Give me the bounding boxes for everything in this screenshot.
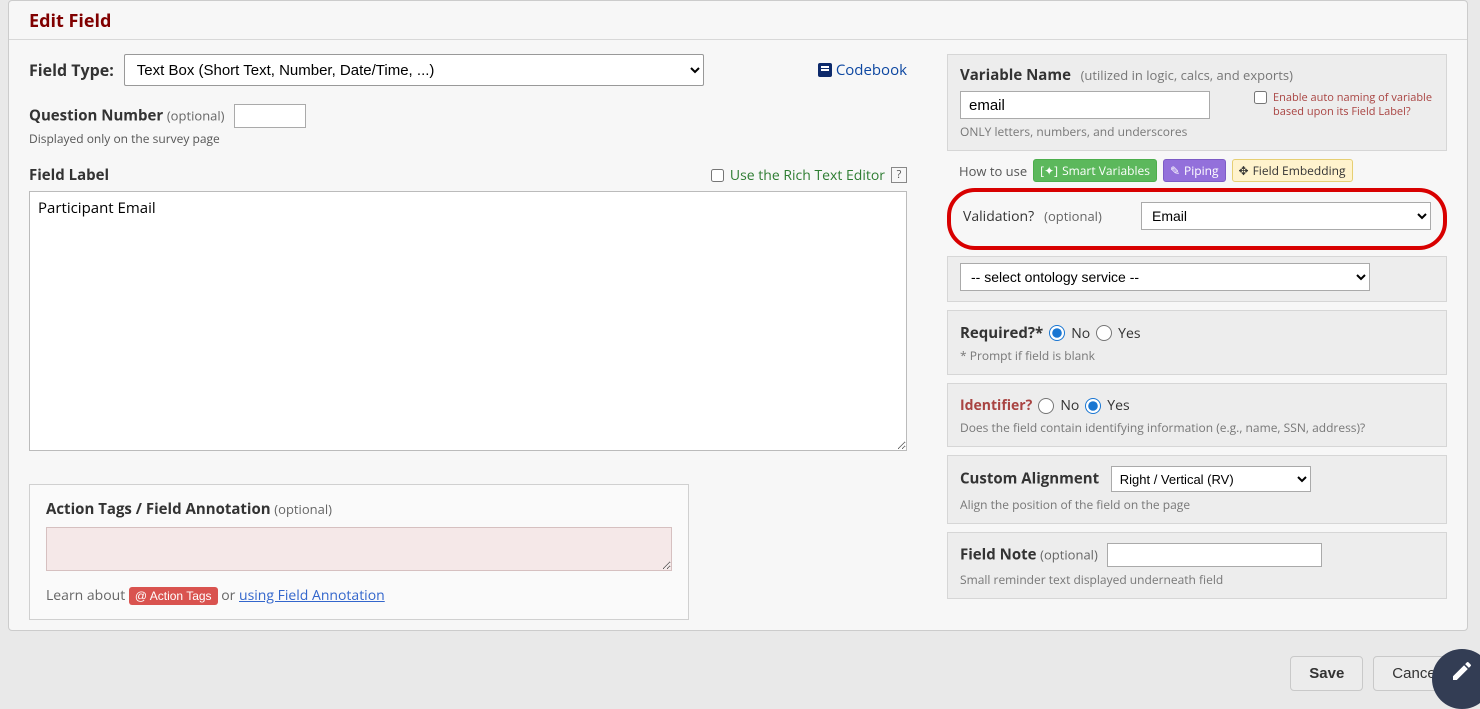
piping-pill[interactable]: ✎ Piping [1163, 159, 1226, 182]
or-text: or [221, 586, 235, 605]
codebook-link[interactable]: Codebook [818, 60, 907, 80]
annotation-optional: (optional) [274, 500, 332, 518]
required-panel: Required?* No Yes * Prompt if field is b… [947, 310, 1447, 375]
identifier-title: Identifier? [960, 396, 1032, 415]
action-tags-button[interactable]: @ Action Tags [129, 587, 218, 605]
required-hint: * Prompt if field is blank [960, 347, 1434, 364]
field-label-textarea[interactable]: Participant Email [29, 191, 907, 451]
identifier-hint: Does the field contain identifying infor… [960, 419, 1434, 436]
field-note-panel: Field Note (optional) Small reminder tex… [947, 532, 1447, 599]
validation-highlight: Validation? (optional) Email [947, 188, 1447, 250]
pencil-icon [1450, 659, 1474, 683]
rte-checkbox[interactable] [711, 169, 724, 182]
question-number-input[interactable] [234, 104, 306, 128]
edit-field-dialog: Edit Field Field Type: Text Box (Short T… [8, 0, 1468, 631]
dialog-header: Edit Field [9, 1, 1467, 40]
required-yes-label: Yes [1118, 324, 1140, 343]
field-type-label: Field Type: [29, 59, 114, 81]
identifier-no-label: No [1060, 396, 1079, 415]
validation-title: Validation? [963, 207, 1034, 226]
dialog-title: Edit Field [29, 9, 1447, 33]
question-number-optional: (optional) [167, 107, 225, 125]
identifier-yes-radio[interactable] [1085, 398, 1101, 414]
question-number-label: Question Number [29, 106, 163, 126]
alignment-panel: Custom Alignment Right / Vertical (RV) A… [947, 455, 1447, 524]
alignment-title: Custom Alignment [960, 469, 1099, 489]
save-button[interactable]: Save [1290, 656, 1363, 691]
field-note-input[interactable] [1107, 543, 1322, 567]
variable-name-title: Variable Name [960, 65, 1071, 85]
smart-variables-pill[interactable]: [✦] Smart Variables [1033, 159, 1157, 182]
alignment-select[interactable]: Right / Vertical (RV) [1111, 466, 1311, 492]
variable-name-sub: (utilized in logic, calcs, and exports) [1081, 66, 1293, 84]
book-icon [818, 63, 832, 77]
field-label-label: Field Label [29, 165, 711, 185]
required-title: Required?* [960, 323, 1043, 343]
using-annotation-link[interactable]: using Field Annotation [239, 586, 385, 605]
question-number-sub: Displayed only on the survey page [29, 130, 907, 147]
field-type-select[interactable]: Text Box (Short Text, Number, Date/Time,… [124, 54, 704, 86]
variable-name-panel: Variable Name (utilized in logic, calcs,… [947, 54, 1447, 151]
variable-name-hint: ONLY letters, numbers, and underscores [960, 123, 1434, 140]
field-note-title: Field Note [960, 545, 1037, 565]
ontology-panel: -- select ontology service -- [947, 256, 1447, 302]
field-note-optional: (optional) [1040, 546, 1098, 564]
help-bubble[interactable] [1432, 649, 1480, 709]
required-yes-radio[interactable] [1096, 325, 1112, 341]
auto-naming-text: Enable auto naming of variable based upo… [1273, 91, 1434, 120]
annotation-panel: Action Tags / Field Annotation (optional… [29, 484, 689, 620]
annotation-title: Action Tags / Field Annotation [46, 499, 271, 519]
ontology-select[interactable]: -- select ontology service -- [960, 263, 1370, 291]
rte-link[interactable]: Use the Rich Text Editor [730, 166, 885, 185]
identifier-panel: Identifier? No Yes Does the field contai… [947, 383, 1447, 447]
validation-optional: (optional) [1044, 207, 1102, 225]
identifier-no-radio[interactable] [1038, 398, 1054, 414]
alignment-hint: Align the position of the field on the p… [960, 496, 1434, 513]
auto-naming-checkbox[interactable] [1254, 91, 1267, 104]
field-note-hint: Small reminder text displayed underneath… [960, 571, 1434, 588]
required-no-label: No [1071, 324, 1090, 343]
howto-label: How to use [959, 162, 1027, 180]
required-no-radio[interactable] [1049, 325, 1065, 341]
validation-select[interactable]: Email [1141, 202, 1431, 230]
help-icon[interactable]: ? [891, 167, 907, 183]
variable-name-input[interactable] [960, 91, 1210, 119]
learn-about-text: Learn about [46, 586, 125, 605]
identifier-yes-label: Yes [1107, 396, 1129, 415]
field-embedding-pill[interactable]: ✥ Field Embedding [1232, 159, 1353, 182]
annotation-textarea[interactable] [46, 527, 672, 571]
howto-row: How to use [✦] Smart Variables ✎ Piping … [959, 159, 1447, 182]
